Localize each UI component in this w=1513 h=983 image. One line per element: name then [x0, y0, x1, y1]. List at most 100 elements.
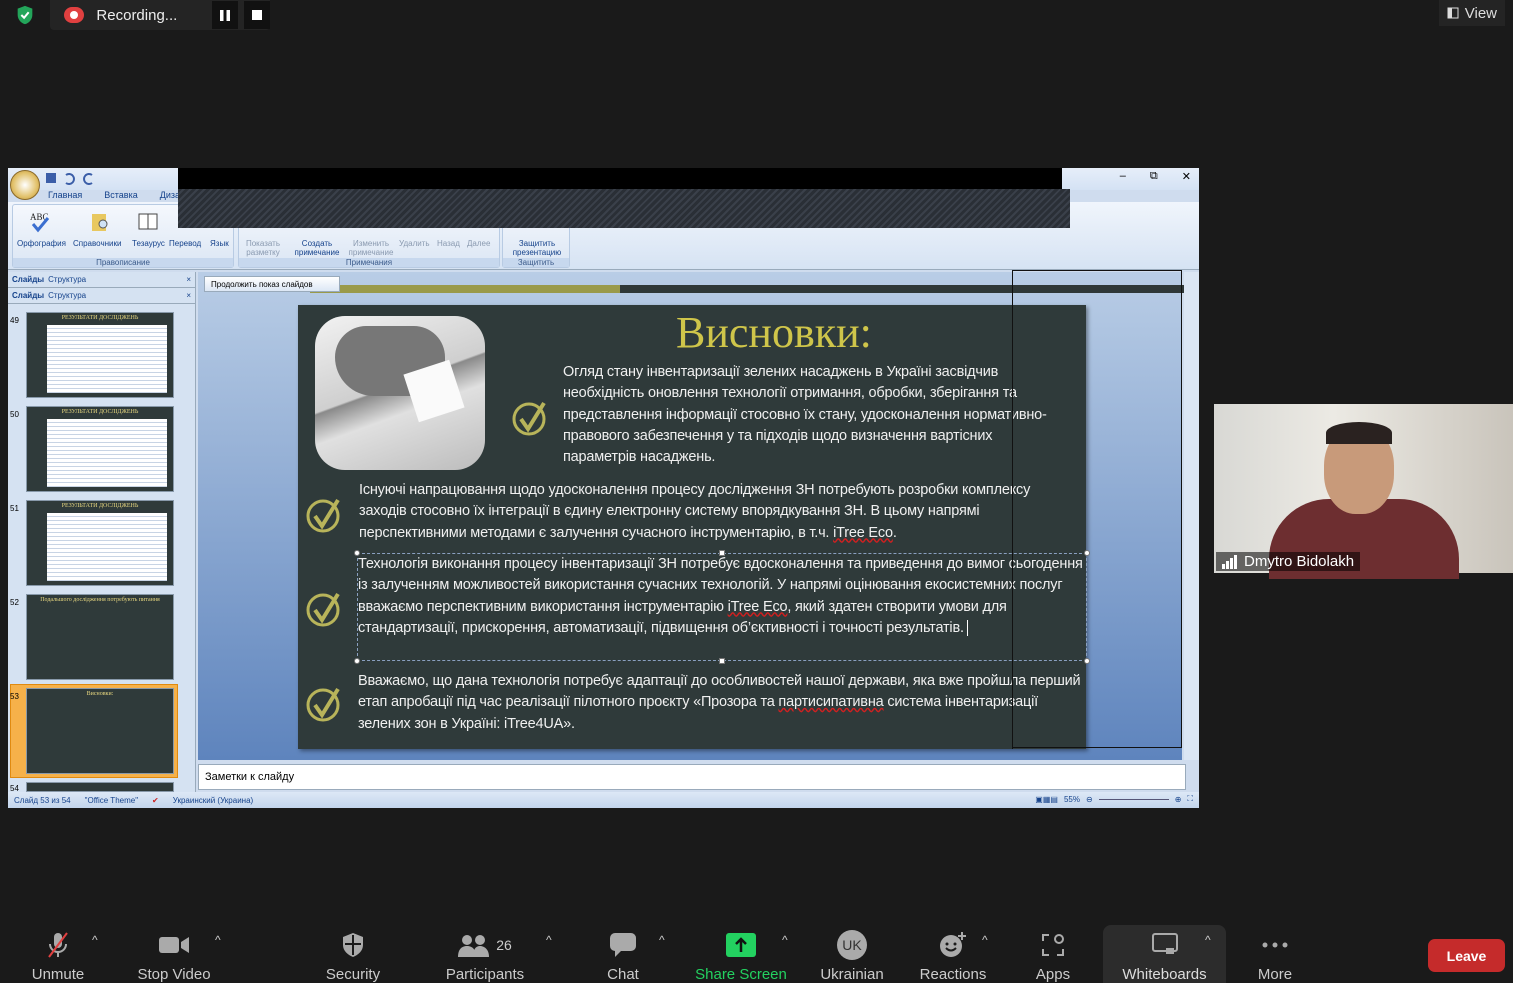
- slide-thumbnail-53[interactable]: Висновки:: [26, 688, 174, 774]
- apps-button[interactable]: Apps: [1030, 925, 1076, 983]
- research-button[interactable]: Справочники: [73, 239, 121, 248]
- slide-number: 51: [10, 504, 19, 513]
- audio-options-caret[interactable]: ^: [92, 933, 98, 947]
- office-button[interactable]: [10, 170, 40, 200]
- video-options-caret[interactable]: ^: [215, 933, 221, 947]
- protect-presentation-button[interactable]: Защитить презентацию: [506, 239, 568, 257]
- screen-share-mask-striped: [178, 189, 1070, 228]
- language-interpretation-button[interactable]: UK Ukrainian: [814, 925, 890, 983]
- thumbnail-title: РЕЗУЛЬТАТИ ДОСЛІДЖЕНЬ: [61, 315, 139, 321]
- tab-home[interactable]: Главная: [48, 190, 82, 200]
- conclusion-paragraph-2[interactable]: Існуючі напрацювання щодо удосконалення …: [359, 480, 1079, 544]
- stop-video-button[interactable]: Stop Video: [134, 925, 214, 983]
- conclusion-paragraph-3[interactable]: Технологія виконання процесу інвентариза…: [358, 554, 1086, 639]
- view-buttons[interactable]: ▣▦▤: [1035, 795, 1058, 804]
- thumbnail-title: Подальшого дослідження потребують питанн…: [40, 597, 160, 603]
- whiteboards-label: Whiteboards: [1122, 966, 1207, 983]
- show-markup-button[interactable]: Показать разметку: [243, 239, 283, 257]
- security-button[interactable]: Security: [322, 925, 384, 983]
- whiteboard-icon: [1151, 933, 1178, 954]
- participant-video-tile[interactable]: Dmytro Bidolakh: [1214, 404, 1513, 579]
- tab-design[interactable]: Диза: [160, 190, 180, 200]
- zoom-slider[interactable]: [1098, 798, 1169, 800]
- participant-name-tag: Dmytro Bidolakh: [1216, 552, 1361, 571]
- language-status[interactable]: Украинский (Украина): [173, 796, 253, 805]
- slide-thumbnail-50[interactable]: РЕЗУЛЬТАТИ ДОСЛІДЖЕНЬ: [26, 406, 174, 492]
- restore-button[interactable]: ⧉: [1150, 170, 1158, 183]
- slide-thumbnail-52[interactable]: Подальшого дослідження потребують питанн…: [26, 594, 174, 680]
- participants-button[interactable]: 26 Participants: [442, 925, 528, 983]
- tab-slides-2[interactable]: Слайды: [12, 291, 44, 300]
- stop-video-label: Stop Video: [137, 966, 211, 983]
- stop-recording-button[interactable]: [244, 1, 270, 29]
- pane-tabs: Слайды Структура ×: [8, 272, 195, 288]
- close-button[interactable]: ✕: [1182, 170, 1191, 183]
- slides-pane: Слайды Структура × Слайды Структура × 49 РЕЗ…: [8, 272, 196, 793]
- paragraph-text: .: [892, 524, 897, 541]
- continue-slideshow-button[interactable]: Продолжить показ слайдов: [204, 276, 340, 292]
- participants-icon: [458, 935, 490, 957]
- new-comment-button[interactable]: Создать примечание: [289, 239, 345, 257]
- whiteboards-options-caret[interactable]: ^: [1205, 933, 1211, 947]
- leave-meeting-button[interactable]: Leave: [1428, 939, 1505, 972]
- next-comment-button[interactable]: Далее: [467, 239, 490, 248]
- participants-options-caret[interactable]: ^: [546, 933, 552, 947]
- view-button[interactable]: View: [1438, 0, 1505, 26]
- minimize-button[interactable]: –: [1120, 170, 1126, 183]
- slide-title[interactable]: Висновки:: [676, 307, 872, 358]
- tab-slides[interactable]: Слайды: [12, 275, 44, 284]
- reactions-options-caret[interactable]: ^: [982, 933, 988, 947]
- chat-button[interactable]: Chat: [598, 925, 648, 983]
- tab-outline-2[interactable]: Структура: [48, 291, 86, 300]
- zoom-in-button[interactable]: ⊕: [1175, 795, 1182, 804]
- share-screen-button[interactable]: Share Screen: [692, 925, 790, 983]
- conclusion-paragraph-1[interactable]: Огляд стану інвентаризації зелених насад…: [563, 362, 1068, 468]
- pause-recording-button[interactable]: [212, 1, 238, 29]
- video-camera-icon: [159, 937, 189, 953]
- conclusion-paragraph-4[interactable]: Вважаємо, що дана технологія потребує ад…: [358, 671, 1088, 735]
- fit-to-window-button[interactable]: ⛶: [1187, 794, 1193, 804]
- spelling-button[interactable]: Орфография: [17, 239, 66, 248]
- translate-button[interactable]: Перевод: [169, 239, 201, 248]
- close-pane-icon-2[interactable]: ×: [186, 291, 191, 300]
- security-shield-icon: [17, 5, 33, 25]
- unmute-button[interactable]: Unmute: [28, 925, 88, 983]
- spellcheck-icon[interactable]: ✔: [152, 796, 159, 805]
- edit-comment-button[interactable]: Изменить примечание: [345, 239, 397, 257]
- recording-icon: [64, 7, 85, 23]
- zoom-level[interactable]: 55%: [1064, 795, 1080, 804]
- slide-canvas[interactable]: Висновки: Огляд стану інвентаризації зел…: [298, 305, 1090, 749]
- meeting-toolbar: Unmute ^ Stop Video ^ Security 26 Partici…: [0, 925, 1513, 983]
- vertical-scrollbar[interactable]: [1184, 272, 1199, 760]
- paragraph-text: Існуючі напрацювання щодо удосконалення …: [359, 482, 1031, 541]
- tab-insert[interactable]: Вставка: [104, 190, 137, 200]
- slide-thumbnail-54[interactable]: [26, 782, 174, 792]
- share-options-caret[interactable]: ^: [782, 933, 788, 947]
- language-button[interactable]: Язык: [210, 239, 229, 248]
- reactions-button[interactable]: Reactions: [914, 925, 992, 983]
- close-pane-icon[interactable]: ×: [186, 275, 191, 284]
- status-bar: Слайд 53 из 54 "Office Theme" ✔ Украинск…: [8, 792, 1199, 808]
- ribbon-tabs: Главная Вставка Диза: [48, 190, 180, 200]
- recording-label: Recording...: [96, 6, 178, 24]
- ballot-box-photo: [315, 316, 485, 470]
- thumbnail-title: РЕЗУЛЬТАТИ ДОСЛІДЖЕНЬ: [61, 409, 139, 415]
- slide-thumbnail-51[interactable]: РЕЗУЛЬТАТИ ДОСЛІДЖЕНЬ: [26, 500, 174, 586]
- screen-share-mask: [178, 168, 1062, 189]
- slide-notes-field[interactable]: Заметки к слайду: [198, 764, 1186, 790]
- delete-comment-button[interactable]: Удалить: [399, 239, 430, 248]
- slide-thumbnail-49[interactable]: РЕЗУЛЬТАТИ ДОСЛІДЖЕНЬ: [26, 312, 174, 398]
- zoom-out-button[interactable]: ⊖: [1086, 795, 1093, 804]
- reactions-icon: [940, 932, 966, 957]
- signal-strength-icon: [1222, 554, 1237, 569]
- more-icon: [1262, 942, 1288, 948]
- thesaurus-button[interactable]: Тезаурус: [132, 239, 165, 248]
- proofing-group-label: Правописание: [13, 258, 233, 267]
- more-button[interactable]: More: [1252, 925, 1298, 983]
- microphone-muted-icon: [48, 932, 68, 958]
- tab-outline[interactable]: Структура: [48, 275, 86, 284]
- security-label: Security: [325, 966, 381, 983]
- save-undo-redo-icons[interactable]: [46, 172, 108, 185]
- chat-options-caret[interactable]: ^: [659, 933, 665, 947]
- previous-comment-button[interactable]: Назад: [437, 239, 460, 248]
